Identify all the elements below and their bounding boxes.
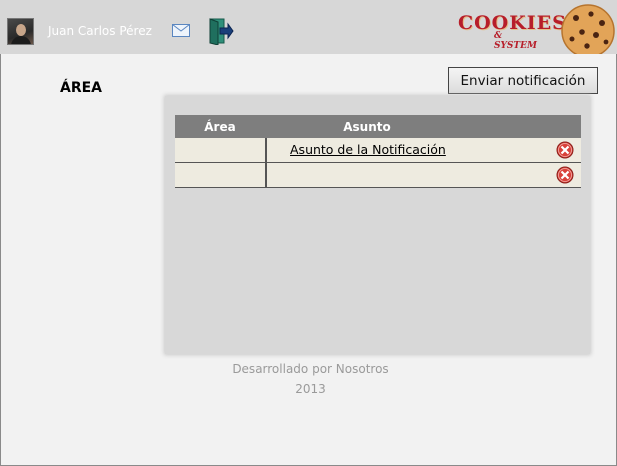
column-header-area: Área — [204, 120, 236, 134]
top-bar: Juan Carlos Pérez COOKIES & SYSTEM — [0, 0, 617, 54]
delete-icon[interactable] — [556, 141, 574, 159]
column-header-asunto: Asunto — [343, 120, 391, 134]
cell-area — [175, 138, 267, 162]
notification-subject-link[interactable]: Asunto de la Notificación — [290, 142, 446, 157]
send-notification-button[interactable]: Enviar notificación — [448, 67, 598, 94]
table-header: Área Asunto — [175, 115, 581, 138]
delete-icon[interactable] — [556, 166, 574, 184]
brand-logo: COOKIES & SYSTEM — [458, 12, 566, 51]
table-row: Asunto de la Notificación — [175, 138, 581, 163]
footer-year: 2013 — [295, 382, 326, 396]
notifications-panel: Área Asunto Asunto de la Notificación — [165, 96, 590, 354]
exit-icon[interactable] — [206, 17, 234, 45]
notifications-table: Área Asunto Asunto de la Notificación — [175, 115, 581, 188]
logo-subtitle: & SYSTEM — [494, 31, 537, 51]
footer-credit: Desarrollado por Nosotros — [232, 362, 389, 376]
user-name: Juan Carlos Pérez — [48, 24, 152, 38]
cell-area — [175, 163, 267, 187]
mail-icon[interactable] — [172, 24, 190, 37]
cookie-icon — [561, 4, 615, 54]
table-row — [175, 163, 581, 188]
user-avatar[interactable] — [7, 18, 34, 45]
section-title: ÁREA — [60, 80, 103, 96]
